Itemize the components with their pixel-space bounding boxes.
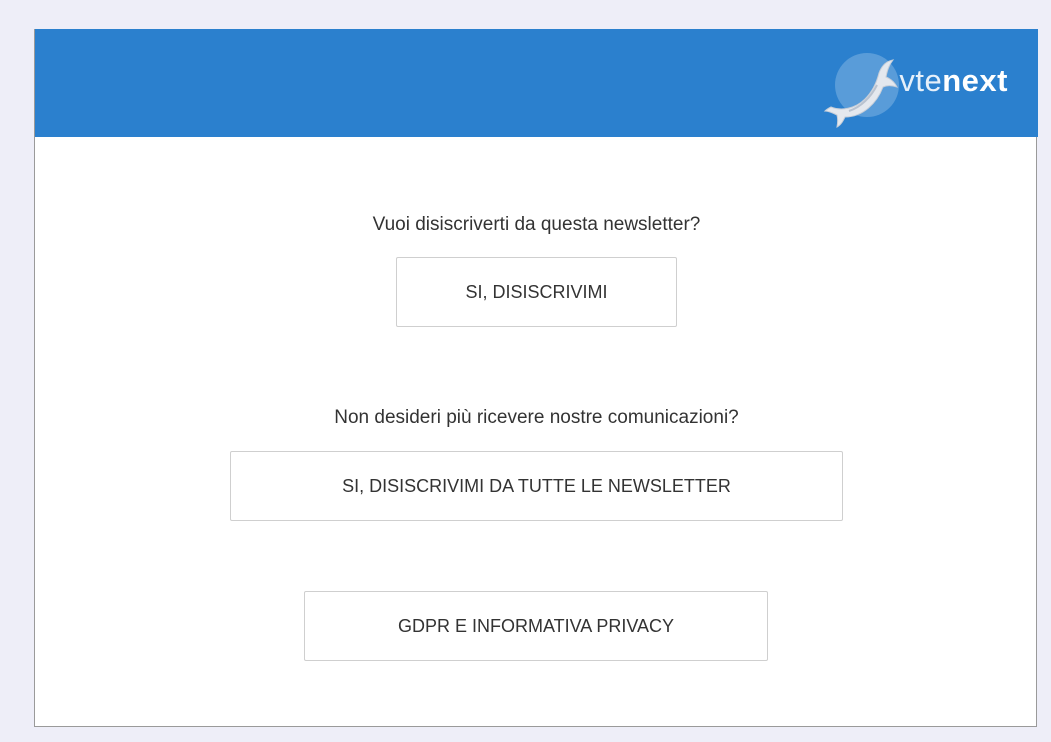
dolphin-icon: [819, 51, 909, 131]
unsubscribe-question: Vuoi disiscriverti da questa newsletter?: [372, 214, 701, 235]
privacy-button[interactable]: GDPR E INFORMATIVA PRIVACY: [304, 591, 768, 661]
brand-header: vtenext: [35, 29, 1038, 137]
unsubscribe-all-question: Non desideri più ricevere nostre comunic…: [334, 407, 739, 428]
logo-text-light: vte: [899, 63, 943, 98]
unsubscribe-section: Vuoi disiscriverti da questa newsletter?: [35, 213, 1038, 237]
logo-text-bold: next: [942, 63, 1008, 98]
unsubscribe-panel: vtenext Vuoi disiscriverti da questa new…: [34, 29, 1038, 727]
unsubscribe-all-button[interactable]: SI, DISISCRIVIMI DA TUTTE LE NEWSLETTER: [230, 451, 843, 521]
vtenext-logo: vtenext: [819, 51, 1008, 131]
unsubscribe-all-section: Non desideri più ricevere nostre comunic…: [35, 406, 1038, 430]
unsubscribe-button[interactable]: SI, DISISCRIVIMI: [396, 257, 677, 327]
